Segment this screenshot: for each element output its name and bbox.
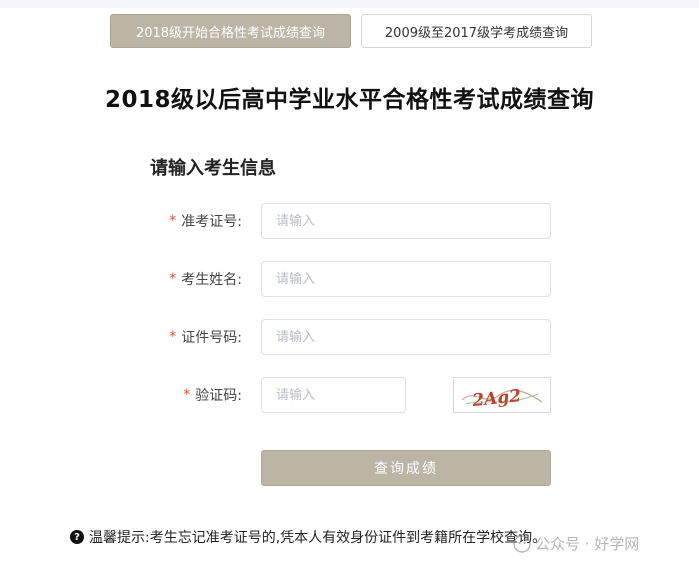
captcha-graphic: 2Ag2 [461, 386, 543, 411]
captcha-text: 2Ag2 [470, 386, 522, 411]
form-heading: 请输入考生信息 [150, 158, 276, 179]
wechat-icon [513, 534, 531, 553]
tip-notice: ? 温馨提示:考生忘记准考证号的,凭本人有效身份证件到考籍所在学校查询。 [70, 527, 546, 547]
id-number-label: * 证件号码: [120, 319, 242, 355]
watermark-text: 公众号 · 好学网 [535, 535, 640, 553]
exam-number-label-text: 准考证号: [181, 214, 242, 230]
exam-number-input[interactable] [261, 203, 551, 239]
required-mark: * [169, 213, 177, 229]
id-number-input[interactable] [261, 319, 551, 355]
query-scores-button[interactable]: 查询成绩 [261, 450, 551, 486]
watermark: 公众号 · 好学网 [513, 533, 639, 554]
student-name-label: * 考生姓名: [120, 261, 242, 297]
id-number-label-text: 证件号码: [181, 330, 242, 346]
tip-text: 温馨提示:考生忘记准考证号的,凭本人有效身份证件到考籍所在学校查询。 [89, 530, 547, 546]
captcha-input[interactable] [261, 377, 406, 413]
captcha-label-text: 验证码: [195, 388, 242, 404]
required-mark: * [169, 329, 177, 345]
student-name-label-text: 考生姓名: [181, 272, 242, 288]
tab-2018-onward[interactable]: 2018级开始合格性考试成绩查询 [110, 14, 351, 48]
exam-number-label: * 准考证号: [120, 203, 242, 239]
captcha-label: * 验证码: [120, 377, 242, 413]
required-mark: * [169, 271, 177, 287]
required-mark: * [183, 387, 191, 403]
top-strip [0, 0, 699, 8]
captcha-image[interactable]: 2Ag2 [453, 377, 551, 413]
question-circle-icon: ? [70, 530, 84, 544]
tab-2009-2017[interactable]: 2009级至2017级学考成绩查询 [361, 14, 592, 48]
student-name-input[interactable] [261, 261, 551, 297]
page-title: 2018级以后高中学业水平合格性考试成绩查询 [104, 87, 594, 113]
